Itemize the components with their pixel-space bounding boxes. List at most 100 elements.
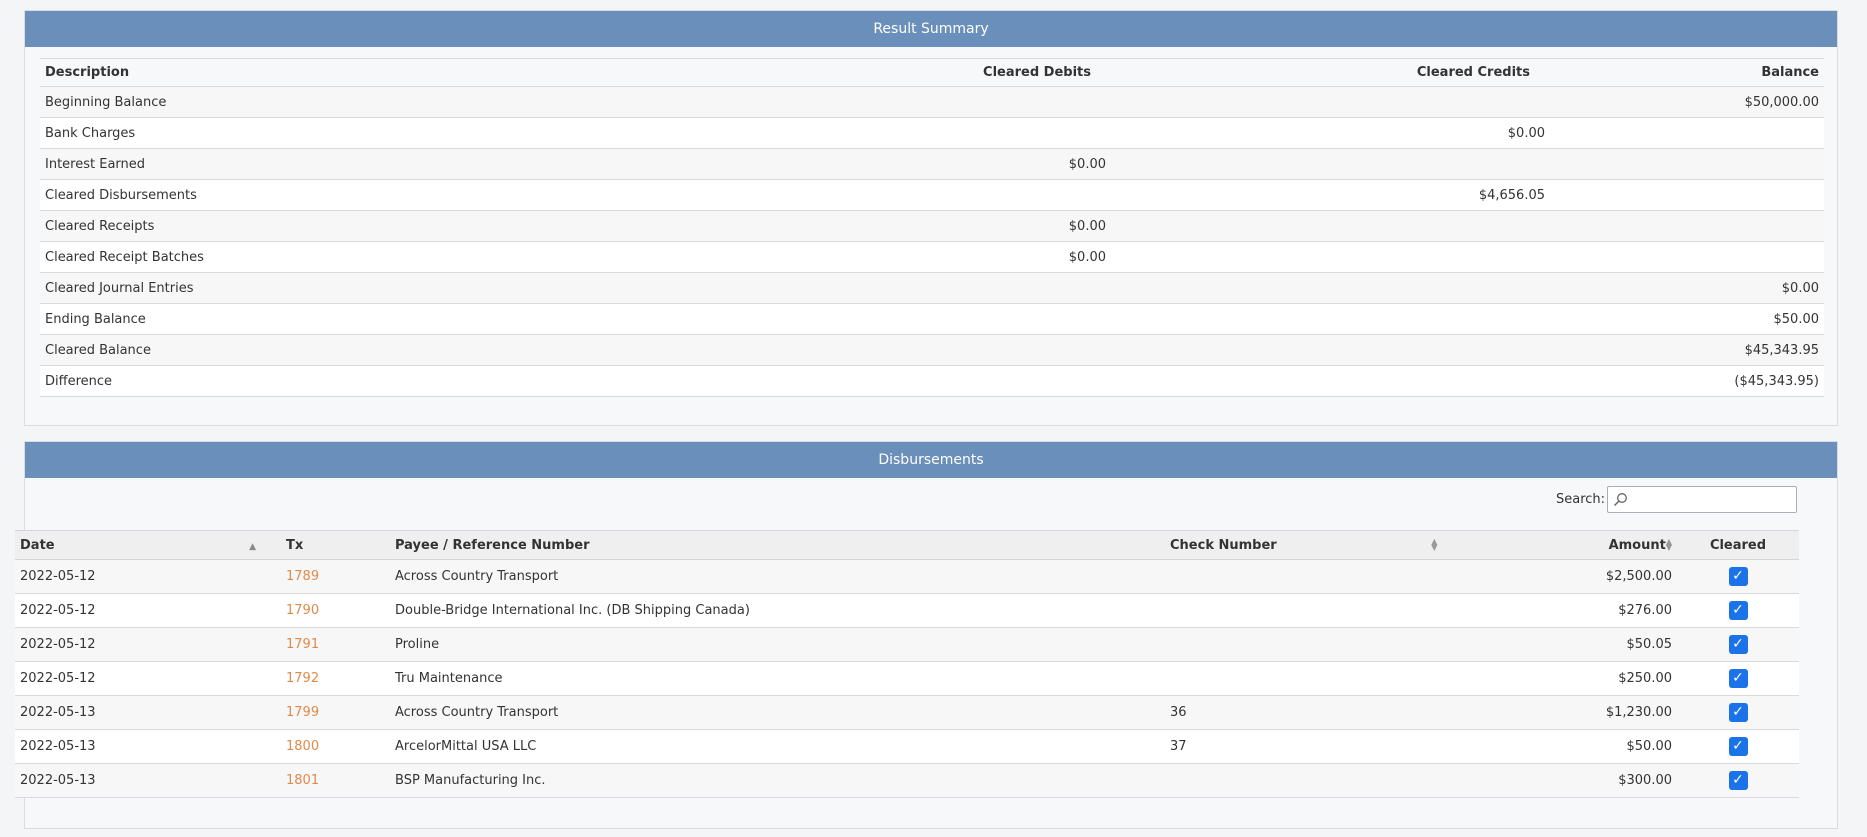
- cell-cleared: ✓: [1677, 559, 1799, 594]
- summary-credit: [1106, 210, 1545, 242]
- cell-check-number: [1165, 627, 1461, 662]
- summary-credit: $0.00: [1106, 117, 1545, 149]
- summary-description: Cleared Balance: [40, 334, 740, 366]
- summary-debit: [740, 365, 1106, 397]
- summary-balance: [1545, 179, 1824, 211]
- summary-balance: $50,000.00: [1545, 86, 1824, 118]
- summary-balance: $50.00: [1545, 303, 1824, 335]
- summary-row: Interest Earned $0.00: [40, 148, 1824, 180]
- search-field[interactable]: [1607, 486, 1797, 514]
- cell-payee: Across Country Transport: [368, 559, 1165, 594]
- cleared-checkbox[interactable]: ✓: [1728, 601, 1748, 620]
- summary-row: Cleared Receipts $0.00: [40, 210, 1824, 242]
- col-description: Description: [45, 65, 130, 80]
- cell-payee: Tru Maintenance: [368, 661, 1165, 696]
- tx-link[interactable]: 1790: [286, 603, 319, 618]
- col-check-number[interactable]: Check Number ▲ ▼: [1165, 531, 1461, 560]
- disbursements-table: Date ▲ Tx Payee / Reference Number Check…: [15, 530, 1799, 798]
- summary-credit: $4,656.05: [1106, 179, 1545, 211]
- tx-link[interactable]: 1801: [286, 773, 319, 788]
- cell-tx: 1800: [266, 729, 368, 764]
- cell-check-number: [1165, 763, 1461, 798]
- summary-debit: [740, 334, 1106, 366]
- cell-check-number: [1165, 593, 1461, 628]
- summary-balance: [1545, 210, 1824, 242]
- summary-credit: [1106, 272, 1545, 304]
- summary-debit: [740, 117, 1106, 149]
- summary-description: Cleared Receipts: [40, 210, 740, 242]
- summary-description: Interest Earned: [40, 148, 740, 180]
- col-cleared-credits: Cleared Credits: [1416, 65, 1530, 80]
- cell-spacer: [190, 763, 266, 798]
- cell-cleared: ✓: [1677, 695, 1799, 730]
- cell-amount: $1,230.00: [1461, 695, 1677, 730]
- col-cleared-debits: Cleared Debits: [983, 65, 1091, 80]
- tx-link[interactable]: 1791: [286, 637, 319, 652]
- cell-tx: 1789: [266, 559, 368, 594]
- summary-debit: [740, 86, 1106, 118]
- cell-check-number: [1165, 559, 1461, 594]
- summary-debit: [740, 179, 1106, 211]
- cell-amount: $50.05: [1461, 627, 1677, 662]
- table-row: 2022-05-13 1799 Across Country Transport 36…: [15, 695, 1799, 730]
- cell-payee: BSP Manufacturing Inc.: [368, 763, 1165, 798]
- table-row: 2022-05-13 1801 BSP Manufacturing Inc. $300…: [15, 763, 1799, 798]
- table-row: 2022-05-12 1792 Tru Maintenance $250.00 ✓: [15, 661, 1799, 696]
- cleared-checkbox[interactable]: ✓: [1728, 669, 1748, 688]
- cell-amount: $300.00: [1461, 763, 1677, 798]
- table-row: 2022-05-13 1800 ArcelorMittal USA LLC 37 $50…: [15, 729, 1799, 764]
- cell-cleared: ✓: [1677, 763, 1799, 798]
- col-cleared[interactable]: Cleared: [1677, 531, 1799, 560]
- tx-link[interactable]: 1799: [286, 705, 319, 720]
- disbursements-title: Disbursements: [25, 442, 1837, 478]
- cell-amount: $50.00: [1461, 729, 1677, 764]
- cell-tx: 1791: [266, 627, 368, 662]
- tx-link[interactable]: 1800: [286, 739, 319, 754]
- cell-cleared: ✓: [1677, 593, 1799, 628]
- cleared-checkbox[interactable]: ✓: [1728, 567, 1748, 586]
- cell-spacer: [190, 593, 266, 628]
- cell-amount: $2,500.00: [1461, 559, 1677, 594]
- cleared-checkbox[interactable]: ✓: [1728, 737, 1748, 756]
- col-date-sort[interactable]: ▲: [190, 531, 266, 560]
- cell-check-number: 37: [1165, 729, 1461, 764]
- cell-payee: Double-Bridge International Inc. (DB Shi…: [368, 593, 1165, 628]
- summary-balance: $45,343.95: [1545, 334, 1824, 366]
- cleared-checkbox[interactable]: ✓: [1728, 771, 1748, 790]
- tx-link[interactable]: 1789: [286, 569, 319, 584]
- col-tx[interactable]: Tx: [266, 531, 368, 560]
- table-row: 2022-05-12 1789 Across Country Transport $2…: [15, 559, 1799, 594]
- cell-spacer: [190, 729, 266, 764]
- cell-cleared: ✓: [1677, 661, 1799, 696]
- cell-spacer: [190, 695, 266, 730]
- cell-date: 2022-05-12: [15, 559, 190, 594]
- col-payee[interactable]: Payee / Reference Number: [368, 531, 1165, 560]
- summary-description: Ending Balance: [40, 303, 740, 335]
- summary-credit: [1106, 303, 1545, 335]
- summary-description: Cleared Receipt Batches: [40, 241, 740, 273]
- cleared-checkbox[interactable]: ✓: [1728, 703, 1748, 722]
- col-amount[interactable]: Amount▲ ▼: [1461, 531, 1677, 560]
- cell-date: 2022-05-12: [15, 661, 190, 696]
- cell-tx: 1801: [266, 763, 368, 798]
- col-date-label: Date: [20, 537, 55, 553]
- summary-balance: ($45,343.95): [1545, 365, 1824, 397]
- cell-date: 2022-05-12: [15, 627, 190, 662]
- summary-description: Cleared Journal Entries: [40, 272, 740, 304]
- summary-debit: [740, 303, 1106, 335]
- disbursements-header-row: Date ▲ Tx Payee / Reference Number Check…: [15, 530, 1799, 560]
- cell-spacer: [190, 627, 266, 662]
- search-input[interactable]: [1630, 487, 1794, 514]
- summary-row: Cleared Disbursements $4,656.05: [40, 179, 1824, 211]
- col-balance: Balance: [1761, 65, 1819, 80]
- summary-row: Cleared Journal Entries $0.00: [40, 272, 1824, 304]
- col-tx-label: Tx: [286, 537, 304, 553]
- col-date[interactable]: Date: [15, 531, 190, 560]
- summary-balance: $0.00: [1545, 272, 1824, 304]
- summary-row: Cleared Balance $45,343.95: [40, 334, 1824, 366]
- summary-description: Beginning Balance: [40, 86, 740, 118]
- tx-link[interactable]: 1792: [286, 671, 319, 686]
- cleared-checkbox[interactable]: ✓: [1728, 635, 1748, 654]
- summary-balance: [1545, 148, 1824, 180]
- cell-tx: 1799: [266, 695, 368, 730]
